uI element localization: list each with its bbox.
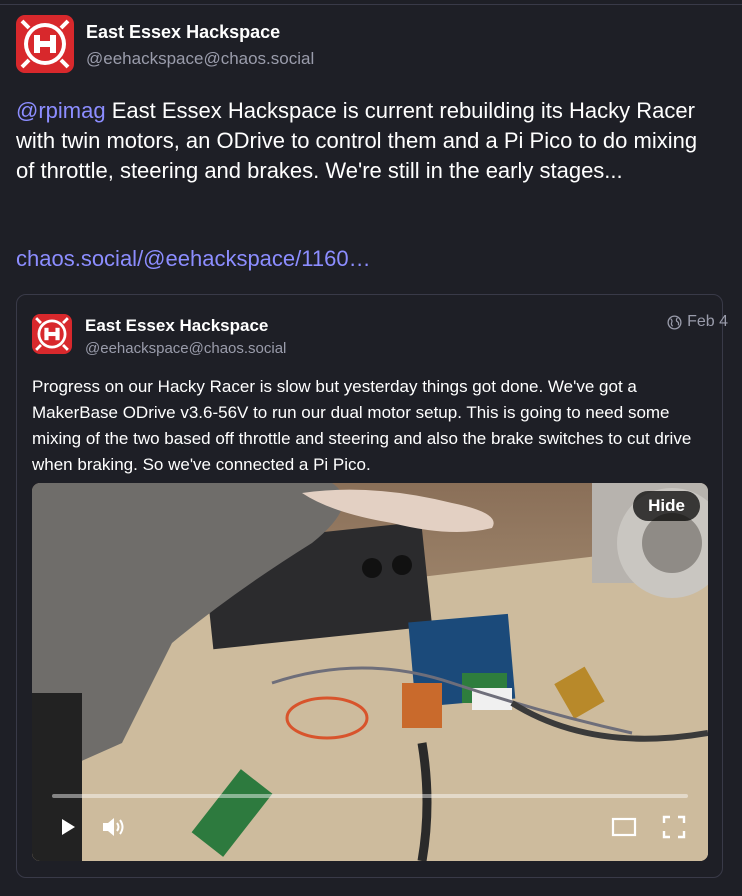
author-account[interactable]: @eehackspace@chaos.social	[86, 49, 314, 69]
quote-date-label: Feb 4	[687, 313, 728, 330]
theater-mode-icon[interactable]	[610, 813, 638, 841]
author-display-name[interactable]: East Essex Hackspace	[86, 22, 280, 43]
quote-content: Progress on our Hacky Racer is slow but …	[32, 377, 692, 474]
avatar[interactable]	[16, 15, 74, 73]
play-icon[interactable]	[54, 813, 82, 841]
status-content: @rpimag East Essex Hackspace is current …	[16, 96, 716, 186]
quote-date[interactable]: Feb 4	[667, 313, 728, 331]
fullscreen-icon[interactable]	[660, 813, 688, 841]
quote-author-display-name[interactable]: East Essex Hackspace	[85, 316, 268, 336]
globe-icon	[667, 314, 682, 330]
volume-icon[interactable]	[100, 813, 128, 841]
quote-author-account[interactable]: @eehackspace@chaos.social	[85, 340, 286, 357]
hide-media-button[interactable]: Hide	[633, 491, 700, 521]
status-link[interactable]: chaos.social/@eehackspace/1160…	[16, 244, 371, 274]
status-body: East Essex Hackspace is current rebuildi…	[16, 98, 698, 183]
quote-avatar[interactable]	[32, 314, 72, 354]
divider	[0, 4, 742, 5]
video-player[interactable]: Hide	[32, 483, 708, 861]
mention-link[interactable]: @rpimag	[16, 98, 106, 123]
video-frame	[32, 483, 708, 861]
video-progress-bar[interactable]	[52, 794, 688, 798]
